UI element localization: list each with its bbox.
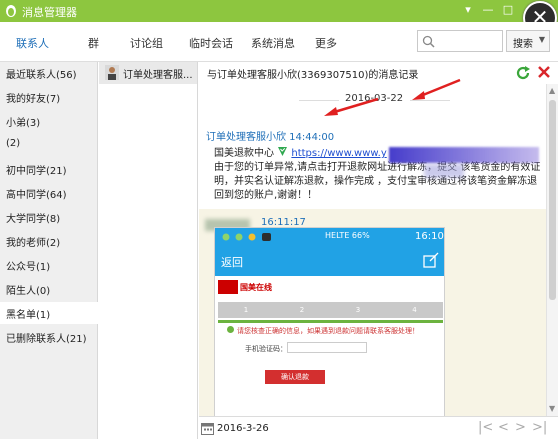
- brand-name: 国美在线: [240, 283, 272, 292]
- phone-field-label: 手机验证码：: [245, 345, 287, 353]
- search-box[interactable]: [417, 30, 503, 52]
- first-page-icon[interactable]: |<: [478, 420, 493, 435]
- sidebar-item-middle-school[interactable]: 初中同学(21): [0, 158, 98, 180]
- sidebar-item-deleted[interactable]: 已删除联系人(21): [0, 326, 98, 348]
- sidebar-item-xiaodi[interactable]: 小弟(3): [0, 110, 98, 132]
- search-button-label: 搜索: [513, 39, 533, 50]
- calendar-icon[interactable]: [201, 422, 214, 435]
- list-item[interactable]: 订单处理客服...: [99, 62, 197, 84]
- contact-group-sidebar: 最近联系人(56) 我的好友(7) 小弟(3) (2) 初中同学(21) 高中同…: [0, 62, 98, 439]
- footer-date: 2016-3-26: [217, 423, 269, 434]
- sidebar-item-friends[interactable]: 我的好友(7): [0, 86, 98, 108]
- vertical-scrollbar[interactable]: ▲ ▼: [546, 84, 558, 416]
- sidebar-item-teachers[interactable]: 我的老师(2): [0, 230, 98, 252]
- message-sender: 订单处理客服小欣 14:44:00: [206, 132, 335, 143]
- sidebar-item-unnamed[interactable]: (2): [0, 134, 98, 156]
- tab-contacts[interactable]: 联系人: [16, 35, 49, 51]
- conversation-label: 订单处理客服...: [123, 70, 193, 81]
- window-title: 消息管理器: [22, 6, 77, 19]
- message-area: 2016-03-22 订单处理客服小欣 14:44:00 国美退款中心 http…: [199, 84, 546, 416]
- message-link[interactable]: https://www.www.y: [291, 148, 386, 159]
- divider: [410, 100, 450, 101]
- chat-header: 与订单处理客服小欣(3369307510)的消息记录: [199, 62, 558, 84]
- prev-page-icon[interactable]: <: [498, 420, 509, 435]
- scrollbar-thumb[interactable]: [549, 100, 556, 300]
- search-input[interactable]: [438, 31, 498, 51]
- signal-text: HELTE 66%: [325, 231, 370, 240]
- sidebar-item-official-accounts[interactable]: 公众号(1): [0, 254, 98, 276]
- phone-confirm-button: 确认退款: [265, 370, 325, 384]
- step-bar: 1 2 3 4: [218, 302, 443, 318]
- delete-icon[interactable]: [537, 65, 551, 79]
- tab-groups[interactable]: 群: [88, 35, 99, 51]
- status-icons: [222, 233, 271, 241]
- phone-time: 16:10: [415, 231, 444, 242]
- phone-status-bar: HELTE 66% 16:10: [215, 228, 444, 246]
- verified-icon: [278, 147, 288, 156]
- title-bar: 消息管理器 ▾ — □: [0, 0, 558, 22]
- chevron-down-icon[interactable]: ▼: [539, 35, 545, 44]
- phone-screenshot-image[interactable]: HELTE 66% 16:10 返回 国美在线 1 2 3 4 请您核查正确的信…: [214, 227, 445, 416]
- phone-field-input: [287, 342, 367, 353]
- sidebar-item-university[interactable]: 大学同学(8): [0, 206, 98, 228]
- tab-temp-sessions[interactable]: 临时会话: [189, 35, 233, 51]
- redaction-blur: [424, 164, 464, 178]
- phone-warning-text: 请您核查正确的信息，如果遇到退款问题请联系客服处理！: [237, 327, 419, 335]
- step-4: 4: [412, 306, 417, 314]
- refresh-icon[interactable]: [515, 65, 531, 81]
- share-icon: [423, 252, 439, 268]
- search-icon: [422, 35, 435, 48]
- phone-page: 国美在线 1 2 3 4 请您核查正确的信息，如果遇到退款问题请联系客服处理！ …: [215, 276, 444, 416]
- chat-footer: 2016-3-26 |< < > >|: [199, 416, 558, 439]
- sidebar-item-recent[interactable]: 最近联系人(56): [0, 62, 98, 84]
- minimize-icon[interactable]: —: [480, 3, 496, 17]
- phone-back-label: 返回: [221, 256, 243, 269]
- tab-more[interactable]: 更多: [315, 35, 337, 51]
- message-org: 国美退款中心: [214, 148, 274, 159]
- tab-bar: 联系人 群 讨论组 临时会话 系统消息 更多 搜索 ▼: [0, 22, 558, 62]
- step-3: 3: [355, 306, 361, 314]
- chat-header-title: 与订单处理客服小欣(3369307510)的消息记录: [207, 70, 419, 81]
- date-separator: 2016-03-22: [345, 93, 404, 104]
- brand-logo: 国美在线: [218, 280, 272, 298]
- step-2: 2: [299, 306, 305, 314]
- last-page-icon[interactable]: >|: [532, 420, 547, 435]
- sidebar-item-blacklist[interactable]: 黑名单(1): [0, 302, 98, 324]
- app-penguin-icon: [6, 5, 16, 17]
- menu-icon[interactable]: ▾: [460, 3, 476, 17]
- sidebar-item-high-school[interactable]: 高中同学(64): [0, 182, 98, 204]
- progress-line: [218, 320, 443, 323]
- tab-discussions[interactable]: 讨论组: [130, 35, 163, 51]
- next-page-icon[interactable]: >: [515, 420, 526, 435]
- scroll-up-icon[interactable]: ▲: [549, 86, 555, 95]
- divider: [299, 100, 339, 101]
- info-icon: [227, 326, 234, 333]
- sidebar-item-strangers[interactable]: 陌生人(0): [0, 278, 98, 300]
- chat-panel: 与订单处理客服小欣(3369307510)的消息记录 2016-03-22 订单…: [199, 62, 558, 439]
- scroll-down-icon[interactable]: ▼: [549, 404, 555, 413]
- conversation-list: 订单处理客服...: [99, 62, 198, 439]
- search-button[interactable]: 搜索 ▼: [506, 30, 550, 52]
- phone-nav-bar: 返回: [215, 246, 444, 276]
- phone-warning: 请您核查正确的信息，如果遇到退款问题请联系客服处理！: [227, 326, 419, 336]
- step-1: 1: [243, 306, 249, 314]
- redaction-blur: [389, 147, 539, 163]
- message-text: 由于您的订单异常,请点击打开退款网址进行解冻，提交 该笔货金的有效证明，并实名认…: [214, 162, 541, 201]
- avatar: [105, 65, 119, 80]
- maximize-icon[interactable]: □: [500, 3, 516, 17]
- tab-system-messages[interactable]: 系统消息: [251, 35, 295, 51]
- brand-logo-icon: [218, 280, 238, 294]
